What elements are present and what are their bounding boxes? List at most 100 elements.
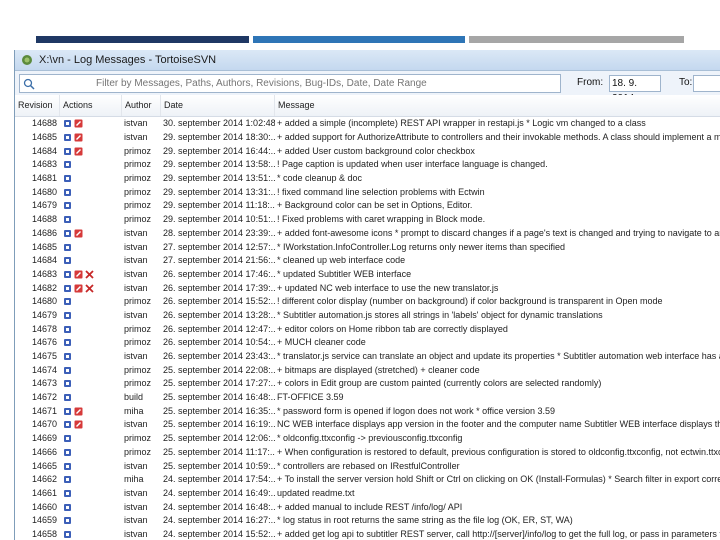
modify-action-icon: [62, 529, 72, 539]
actions-cell: [60, 160, 122, 170]
column-header-revision[interactable]: Revision: [15, 95, 60, 116]
author-cell: miha: [124, 405, 144, 416]
author-cell: istvan: [124, 255, 148, 266]
revision-cell: 14688: [32, 118, 58, 129]
revision-cell: 14680: [32, 296, 58, 307]
table-row[interactable]: 14675 istvan 26. september 2014 23:43:... *…: [15, 350, 720, 364]
table-row[interactable]: 14669 primoz 25. september 2014 12:06:... *…: [15, 432, 720, 446]
edit-action-icon: [73, 133, 83, 143]
date-cell: 25. september 2014 12:06:...: [163, 433, 275, 444]
table-row[interactable]: 14679 primoz 29. september 2014 11:18:... +…: [15, 199, 720, 213]
modify-action-icon: [62, 133, 72, 143]
date-cell: 25. september 2014 11:17:...: [163, 446, 275, 457]
message-cell: * controllers are rebased on IRestfulCon…: [277, 460, 460, 471]
author-cell: istvan: [124, 351, 148, 362]
column-header-author[interactable]: Author: [122, 95, 161, 116]
filter-box[interactable]: [19, 74, 561, 93]
table-row[interactable]: 14661 istvan 24. september 2014 16:49:... u…: [15, 487, 720, 501]
revision-cell: 14658: [32, 528, 58, 539]
table-row[interactable]: 14673 primoz 25. september 2014 17:27:... +…: [15, 377, 720, 391]
table-row[interactable]: 14679 istvan 26. september 2014 13:28:... *…: [15, 309, 720, 323]
table-row[interactable]: 14684 primoz 29. september 2014 16:44:... +…: [15, 144, 720, 158]
table-row[interactable]: 14688 istvan 30. september 2014 1:02:48 + a…: [15, 117, 720, 131]
revision-cell: 14680: [32, 186, 58, 197]
date-cell: 29. september 2014 11:18:...: [163, 200, 275, 211]
message-cell: + updated NC web interface to use the ne…: [277, 282, 499, 293]
modify-action-icon: [62, 187, 72, 197]
filter-input[interactable]: [96, 78, 560, 89]
delete-action-icon: [84, 283, 94, 293]
revision-cell: 14665: [32, 460, 58, 471]
table-row[interactable]: 14681 primoz 29. september 2014 13:51:... *…: [15, 172, 720, 186]
column-header-actions[interactable]: Actions: [60, 95, 122, 116]
message-cell: + added User custom background color che…: [277, 145, 475, 156]
message-cell: + colors in Edit group are custom painte…: [277, 378, 602, 389]
actions-cell: [60, 365, 122, 375]
table-row[interactable]: 14685 istvan 27. september 2014 12:57:... *…: [15, 240, 720, 254]
title-bar: X:\vn - Log Messages - TortoiseSVN: [15, 50, 720, 71]
author-cell: istvan: [124, 419, 148, 430]
modify-action-icon: [62, 146, 72, 156]
actions-cell: [60, 475, 122, 485]
author-cell: istvan: [124, 268, 148, 279]
table-row[interactable]: 14685 istvan 29. september 2014 18:30:... +…: [15, 131, 720, 145]
actions-cell: [60, 324, 122, 334]
from-date-field[interactable]: 18. 9. 2014: [609, 75, 661, 104]
table-row[interactable]: 14683 primoz 29. september 2014 13:58:...!…: [15, 158, 720, 172]
author-cell: primoz: [124, 323, 152, 334]
table-row[interactable]: 14670 istvan 25. september 2014 16:19:... N…: [15, 418, 720, 432]
table-row[interactable]: 14659 istvan 24. september 2014 16:27:... *…: [15, 514, 720, 528]
search-icon[interactable]: [23, 77, 36, 91]
actions-cell: [60, 434, 122, 444]
table-row[interactable]: 14682 istvan 26. september 2014 17:39:... +…: [15, 281, 720, 295]
table-row[interactable]: 14671 miha 25. september 2014 16:35:... * p…: [15, 404, 720, 418]
author-cell: istvan: [124, 227, 148, 238]
author-cell: primoz: [124, 145, 152, 156]
table-row[interactable]: 14665 istvan 25. september 2014 10:59:... *…: [15, 459, 720, 473]
message-cell: ! Page caption is updated when user inte…: [277, 159, 548, 170]
date-cell: 25. september 2014 17:27:...: [163, 378, 275, 389]
date-cell: 29. september 2014 10:51:...: [163, 214, 275, 225]
table-row[interactable]: 14684 istvan 27. september 2014 21:56:... *…: [15, 254, 720, 268]
table-row[interactable]: 14660 istvan 24. september 2014 16:48:... +…: [15, 500, 720, 514]
modify-action-icon: [62, 310, 72, 320]
table-row[interactable]: 14666 primoz 25. september 2014 11:17:... +…: [15, 446, 720, 460]
modify-action-icon: [62, 461, 72, 471]
table-row[interactable]: 14683 istvan 26. september 2014 17:46:... *…: [15, 268, 720, 282]
column-header-date[interactable]: Date: [161, 95, 275, 116]
author-cell: istvan: [124, 501, 148, 512]
revision-cell: 14661: [32, 487, 58, 498]
date-cell: 25. september 2014 16:48:...: [163, 392, 275, 403]
message-cell: * oldconfig.ttxconfig -> previousconfig.…: [277, 433, 463, 444]
table-row[interactable]: 14676 primoz 26. september 2014 10:54:... +…: [15, 336, 720, 350]
message-cell: ! different color display (number on bac…: [277, 296, 663, 307]
actions-cell: [60, 256, 122, 266]
actions-cell: [60, 379, 122, 389]
modify-action-icon: [62, 215, 72, 225]
table-row[interactable]: 14662 miha 24. september 2014 17:54:... + T…: [15, 473, 720, 487]
author-cell: istvan: [124, 132, 148, 143]
table-row[interactable]: 14680 primoz 26. september 2014 15:52:...!…: [15, 295, 720, 309]
table-row[interactable]: 14674 primoz 25. september 2014 22:08:... +…: [15, 363, 720, 377]
table-row[interactable]: 14688 primoz 29. september 2014 10:51:...!…: [15, 213, 720, 227]
date-cell: 24. september 2014 16:49:...: [163, 487, 275, 498]
actions-cell: [60, 420, 122, 430]
actions-cell: [60, 201, 122, 211]
header-bar-gray: [469, 36, 684, 43]
message-cell: + To install the server version hold Shi…: [277, 474, 720, 485]
table-row[interactable]: 14686 istvan 28. september 2014 23:39:... +…: [15, 227, 720, 241]
modify-action-icon: [62, 228, 72, 238]
delete-action-icon: [84, 269, 94, 279]
table-row[interactable]: 14672 build 25. september 2014 16:48:... FT…: [15, 391, 720, 405]
table-row[interactable]: 14658 istvan 24. september 2014 15:52:... +…: [15, 528, 720, 540]
table-row[interactable]: 14678 primoz 26. september 2014 12:47:... +…: [15, 322, 720, 336]
author-cell: istvan: [124, 282, 148, 293]
column-header-message[interactable]: Message: [275, 95, 720, 116]
modify-action-icon: [62, 174, 72, 184]
author-cell: istvan: [124, 515, 148, 526]
to-date-field[interactable]: [693, 75, 720, 92]
message-cell: * code cleanup & doc: [277, 173, 363, 184]
actions-cell: [60, 133, 122, 143]
table-row[interactable]: 14680 primoz 29. september 2014 13:31:...!…: [15, 185, 720, 199]
edit-action-icon: [73, 228, 83, 238]
